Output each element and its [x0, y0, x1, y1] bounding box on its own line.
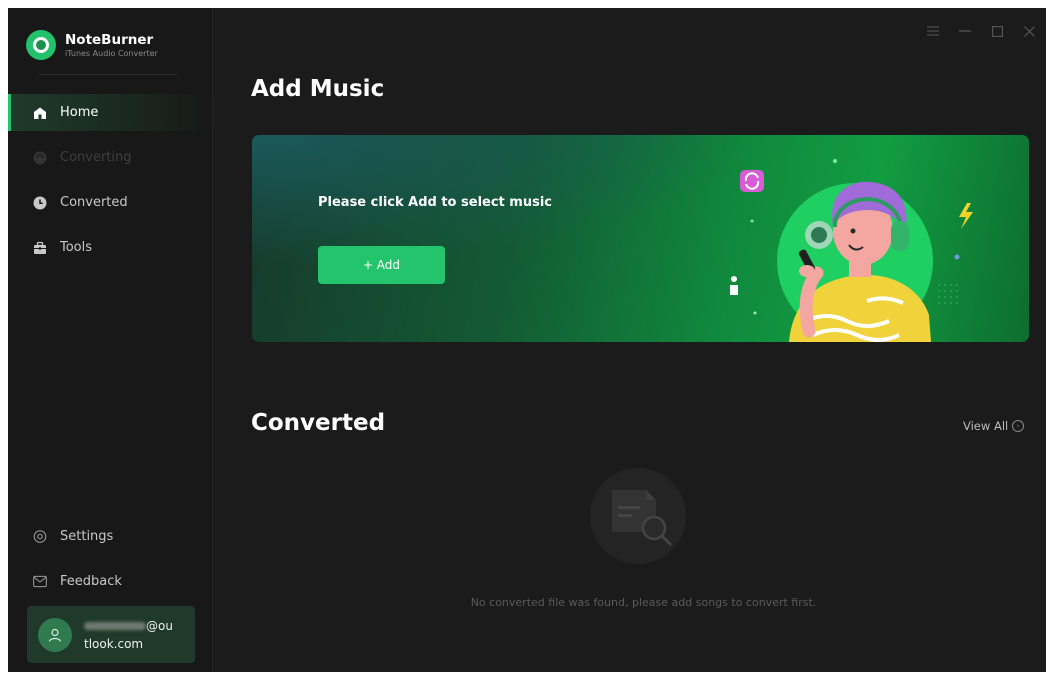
- view-all-link[interactable]: View All ›: [963, 419, 1025, 433]
- user-icon: [48, 628, 62, 642]
- user-account-card[interactable]: @ou tlook.com: [27, 606, 195, 663]
- sidebar-item-settings[interactable]: Settings: [8, 518, 212, 554]
- sidebar-item-feedback[interactable]: Feedback: [8, 563, 212, 599]
- window-controls: [926, 24, 1036, 38]
- app-name: NoteBurner: [65, 31, 154, 48]
- sidebar-item-label: Converting: [60, 150, 132, 165]
- menu-icon[interactable]: [926, 24, 940, 38]
- mail-icon: [33, 574, 47, 588]
- sidebar-item-label: Converted: [60, 195, 128, 210]
- sidebar-item-label: Home: [60, 105, 99, 120]
- chevron-right-icon: ›: [1012, 420, 1025, 432]
- sidebar-item-converted[interactable]: Converted: [8, 184, 212, 221]
- converting-icon: [33, 151, 47, 165]
- user-email-line2: tlook.com: [84, 636, 144, 651]
- converted-title: Converted: [251, 410, 386, 436]
- clock-icon: [33, 196, 47, 210]
- gear-icon: [33, 529, 47, 543]
- add-button[interactable]: + Add: [318, 246, 445, 284]
- app-subtitle: iTunes Audio Converter: [65, 48, 158, 58]
- app-window: NoteBurner iTunes Audio Converter Home C…: [8, 8, 1046, 672]
- home-icon: [33, 106, 47, 120]
- minimize-icon[interactable]: [958, 24, 972, 38]
- toolbox-icon: [33, 241, 47, 255]
- banner-prompt: Please click Add to select music: [318, 195, 552, 210]
- singer-illustration: [730, 159, 973, 342]
- add-music-banner: Please click Add to select music + Add: [252, 135, 1029, 342]
- sidebar-bottom-nav: Settings Feedback: [8, 518, 212, 608]
- user-email: @ou tlook.com: [84, 617, 184, 653]
- noteburner-logo-icon: [26, 30, 56, 60]
- user-email-line1: @ou: [146, 618, 173, 633]
- close-icon[interactable]: [1022, 24, 1036, 38]
- sidebar: NoteBurner iTunes Audio Converter Home C…: [8, 8, 213, 672]
- sidebar-item-home[interactable]: Home: [8, 94, 212, 131]
- sidebar-item-converting: Converting: [8, 139, 212, 176]
- view-all-label: View All: [963, 419, 1009, 433]
- brand-divider: [38, 74, 178, 75]
- sidebar-item-label: Tools: [60, 240, 93, 255]
- sidebar-item-tools[interactable]: Tools: [8, 229, 212, 266]
- add-music-title: Add Music: [251, 76, 385, 102]
- redacted-username: [84, 622, 146, 630]
- sidebar-nav: Home Converting Converted Tools: [8, 94, 212, 274]
- brand: NoteBurner iTunes Audio Converter: [26, 30, 158, 60]
- maximize-icon[interactable]: [990, 24, 1004, 38]
- avatar: [38, 617, 72, 652]
- sidebar-item-label: Settings: [60, 528, 114, 544]
- empty-file-search-icon: [590, 468, 686, 564]
- empty-state-message: No converted file was found, please add …: [470, 596, 817, 609]
- sidebar-item-label: Feedback: [60, 573, 122, 589]
